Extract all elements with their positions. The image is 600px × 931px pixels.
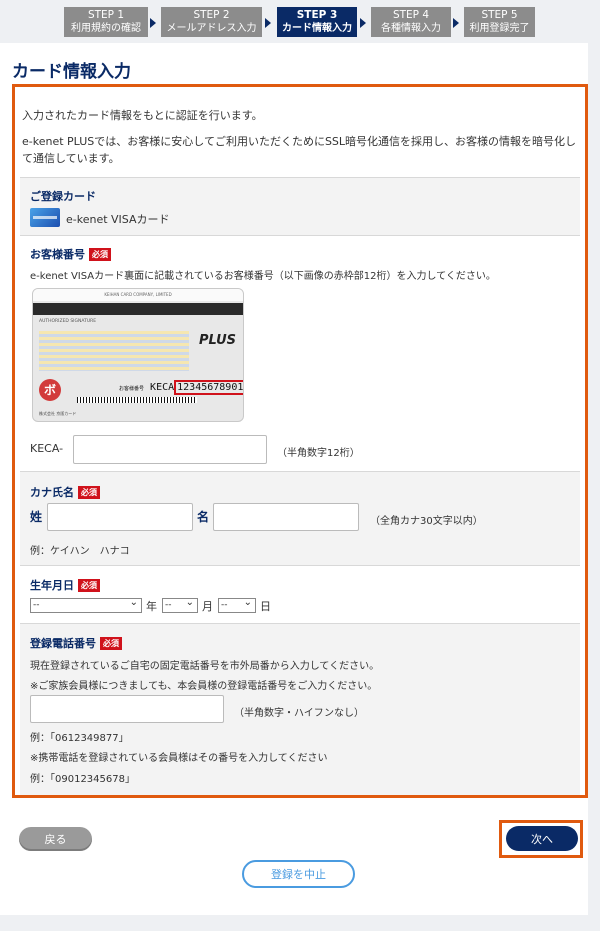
customer-number-description: e-kenet VISAカード裏面に記載されているお客様番号（以下画像の赤枠部1… — [30, 271, 496, 282]
step-arrow-icon — [453, 18, 459, 28]
year-label: 年 — [146, 600, 157, 613]
birthdate-title: 生年月日 必須 — [30, 577, 100, 593]
barcode — [77, 397, 197, 403]
card-form: 入力されたカード情報をもとに認証を行います。 e-kenet PLUSでは、お客… — [12, 84, 588, 798]
step-arrow-icon — [265, 18, 271, 28]
phone-example-mobile: 例：「09012345678」 — [30, 774, 135, 785]
birthdate-section: 生年月日必須 -- 年 -- 月 -- 日 — [20, 565, 580, 623]
kana-name-section: カナ氏名 必須 姓 名 （全角カナ30文字以内） 例：ケイハン ハナコ — [20, 471, 580, 565]
kana-name-title: カナ氏名 必須 — [30, 484, 100, 500]
required-badge: 必須 — [78, 486, 100, 499]
card-back-image: KEIHAN CARD COMPANY, LIMITED AUTHORIZED … — [32, 288, 244, 422]
required-badge: 必須 — [89, 248, 111, 261]
phone-title: 登録電話番号 必須 — [30, 635, 122, 651]
phone-example-landline: 例：「0612349877」 — [30, 733, 129, 744]
required-badge: 必須 — [100, 637, 122, 650]
first-name-input[interactable] — [213, 503, 359, 531]
registered-card-name: e-kenet VISAカード — [66, 213, 170, 226]
birth-day-select[interactable]: -- — [218, 596, 256, 613]
last-name-label: 姓 — [30, 510, 43, 524]
customer-number-section: お客様番号 必須 e-kenet VISAカード裏面に記載されているお客様番号（以… — [20, 235, 580, 471]
step-3-current: STEP 3 カード情報入力 — [277, 7, 357, 37]
birth-year-select[interactable]: -- — [30, 596, 142, 613]
next-button[interactable]: 次へ — [506, 826, 578, 851]
back-button[interactable]: 戻る — [19, 827, 92, 851]
customer-number-title: お客様番号 必須 — [30, 246, 111, 262]
page-title: カード情報入力 — [12, 62, 131, 82]
step-5: STEP 5 利用登録完了 — [464, 7, 535, 37]
step-arrow-icon — [150, 18, 156, 28]
keca-prefix: KECA- — [30, 442, 64, 455]
phone-mobile-note: ※携帯電話を登録されている会員様はその番号を入力してください — [30, 753, 328, 764]
card-thumbnail-icon — [30, 208, 60, 227]
magnetic-stripe — [33, 303, 243, 315]
last-name-input[interactable] — [47, 503, 193, 531]
phone-input[interactable] — [30, 695, 224, 723]
step-arrow-icon — [360, 18, 366, 28]
cancel-registration-button[interactable]: 登録を中止 — [242, 860, 355, 888]
birth-month-select[interactable]: -- — [162, 596, 198, 613]
required-badge: 必須 — [78, 579, 100, 592]
kana-name-hint: （全角カナ30文字以内） — [370, 516, 483, 527]
step-4: STEP 4 各種情報入力 — [371, 7, 451, 37]
phone-section: 登録電話番号 必須 現在登録されているご自宅の固定電話番号を市外局番から入力してく… — [20, 623, 580, 795]
registered-card-title: ご登録カード — [30, 190, 96, 203]
step-2: STEP 2 メールアドレス入力 — [161, 7, 262, 37]
phone-family-note: ※ご家族会員様につきましても、本会員様の登録電話番号をご入力ください。 — [30, 681, 378, 692]
signature-panel — [39, 331, 189, 371]
keihan-logo-icon: ボ — [39, 379, 61, 401]
step-1: STEP 1 利用規約の確認 — [64, 7, 148, 37]
day-label: 日 — [260, 600, 271, 613]
customer-number-input[interactable] — [73, 435, 267, 464]
step-indicator: STEP 1 利用規約の確認 STEP 2 メールアドレス入力 STEP 3 カ… — [64, 7, 544, 37]
phone-description: 現在登録されているご自宅の固定電話番号を市外局番から入力してください。 — [30, 661, 380, 672]
first-name-label: 名 — [197, 510, 210, 524]
intro-text: 入力されたカード情報をもとに認証を行います。 — [22, 109, 263, 122]
card-customer-number: お客様番号 KECA 123456789012 — [119, 380, 243, 395]
ssl-notice: e-kenet PLUSでは、お客様に安心してご利用いただくためにSSL暗号化通… — [22, 135, 577, 165]
registered-card-section: ご登録カード e-kenet VISAカード — [20, 177, 580, 235]
phone-hint: （半角数字・ハイフンなし） — [234, 708, 364, 719]
customer-number-hint: （半角数字12桁） — [277, 448, 360, 459]
month-label: 月 — [202, 600, 213, 613]
plus-logo: PLUS — [199, 333, 237, 348]
kana-name-example: 例：ケイハン ハナコ — [30, 546, 130, 557]
